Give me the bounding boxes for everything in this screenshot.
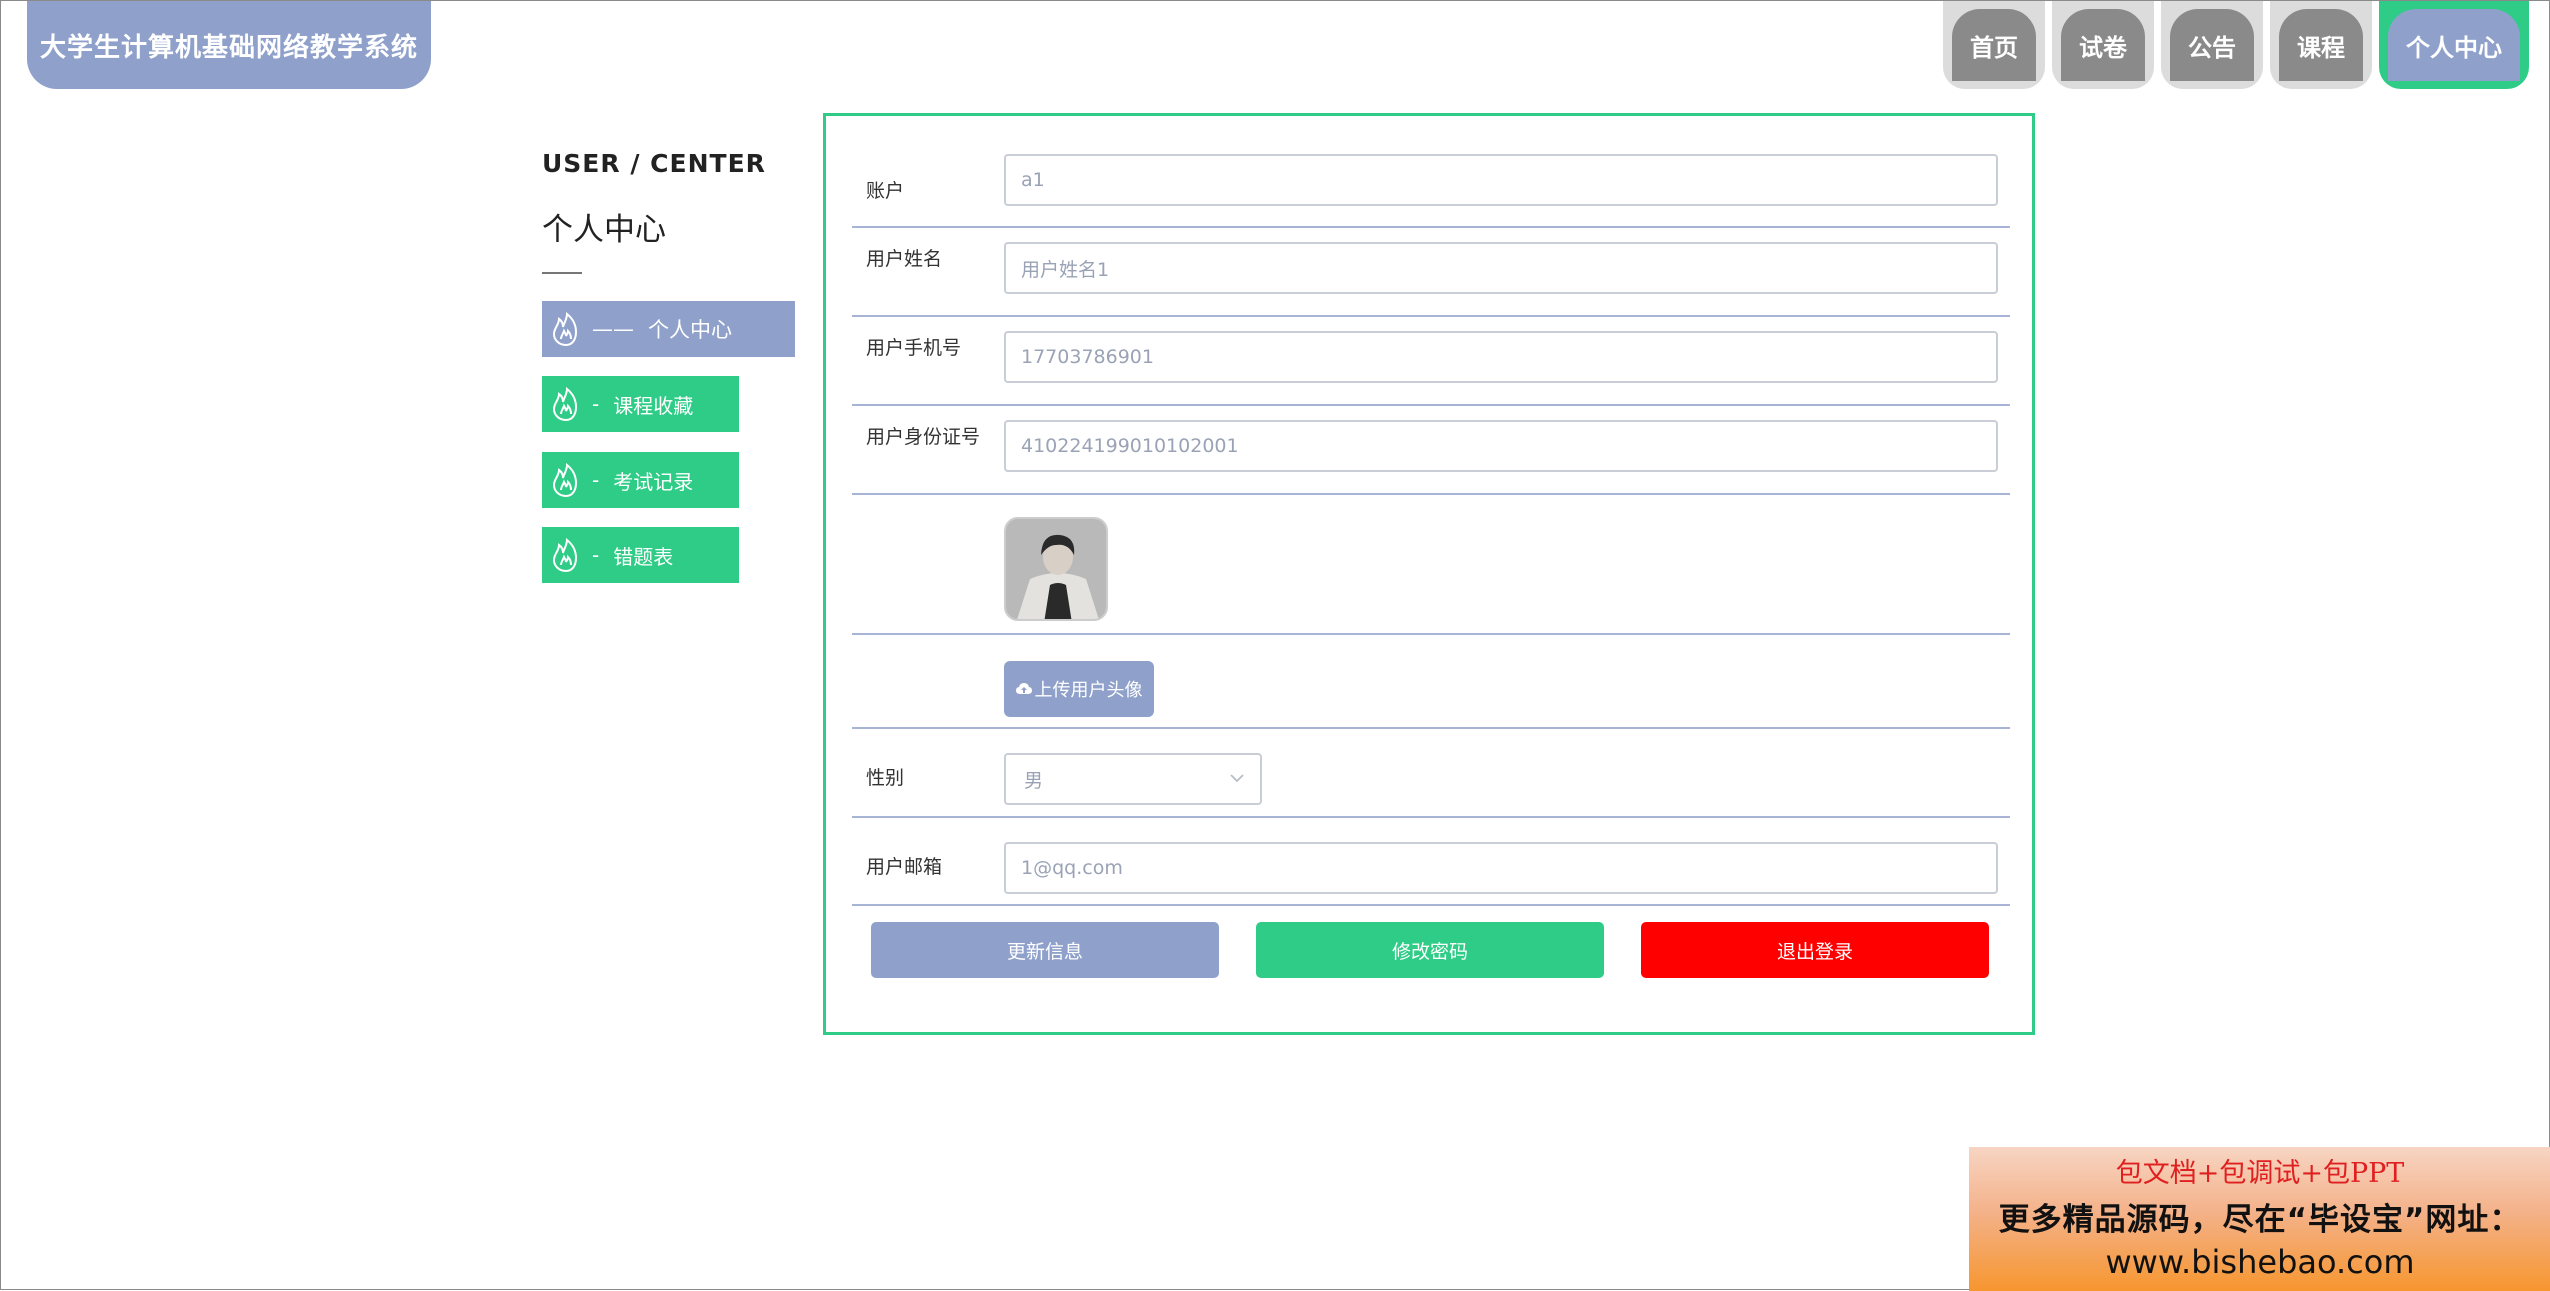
- form-row-name: 用户姓名 用户姓名1: [852, 228, 2010, 317]
- nav-announcements[interactable]: 公告: [2161, 1, 2263, 89]
- promo-line-3: www.bishebao.com: [2105, 1243, 2415, 1281]
- change-password-button[interactable]: 修改密码: [1256, 922, 1604, 978]
- chevron-down-icon: [1230, 774, 1244, 783]
- flame-icon: [552, 462, 578, 498]
- nav-courses-label: 课程: [2279, 9, 2363, 81]
- idcard-input[interactable]: 410224199010102001: [1004, 420, 1998, 472]
- flame-icon: [552, 537, 578, 573]
- nav-user-center[interactable]: 个人中心: [2379, 1, 2529, 89]
- cloud-upload-icon: [1015, 683, 1032, 694]
- name-input[interactable]: 用户姓名1: [1004, 242, 1998, 294]
- phone-input[interactable]: 17703786901: [1004, 331, 1998, 383]
- nav-user-center-label: 个人中心: [2388, 9, 2520, 81]
- sidebar-item-wrong-questions[interactable]: - 错题表: [542, 527, 739, 583]
- menu-dash: -: [592, 392, 600, 416]
- phone-label: 用户手机号: [866, 337, 962, 359]
- sidebar-item-label: 考试记录: [613, 469, 694, 494]
- nav-courses[interactable]: 课程: [2270, 1, 2372, 89]
- menu-dash: ——: [592, 317, 634, 341]
- idcard-label: 用户身份证号: [866, 426, 981, 448]
- brand-title: 大学生计算机基础网络教学系统: [27, 1, 431, 89]
- gender-select[interactable]: 男: [1004, 753, 1262, 805]
- upload-avatar-button[interactable]: 上传用户头像: [1004, 661, 1154, 717]
- sidebar-item-label: 课程收藏: [613, 393, 694, 418]
- form-row-gender: 性别 男: [852, 729, 2010, 818]
- sidebar-item-course-favorites[interactable]: - 课程收藏: [542, 376, 739, 432]
- email-label: 用户邮箱: [866, 856, 943, 878]
- sidebar-item-user-center[interactable]: —— 个人中心: [542, 301, 795, 357]
- nav-exams[interactable]: 试卷: [2052, 1, 2154, 89]
- flame-icon: [552, 311, 578, 347]
- form-row-phone: 用户手机号 17703786901: [852, 317, 2010, 406]
- promo-line-2: 更多精品源码，尽在“毕设宝”网址：: [1998, 1202, 2522, 1238]
- sidebar-item-label: 错题表: [613, 544, 674, 569]
- name-label: 用户姓名: [866, 248, 943, 270]
- nav-home-label: 首页: [1952, 9, 2036, 81]
- promo-line-1: 包文档+包调试+包PPT: [2115, 1158, 2405, 1189]
- nav-home[interactable]: 首页: [1943, 1, 2045, 89]
- promo-banner: 包文档+包调试+包PPT 更多精品源码，尽在“毕设宝”网址： www.bishe…: [1969, 1147, 2550, 1291]
- account-input[interactable]: a1: [1004, 154, 1998, 206]
- sidebar-title-en: USER / CENTER: [542, 149, 766, 178]
- top-nav: 首页 试卷 公告 课程 个人中心: [1936, 1, 2529, 89]
- flame-icon: [552, 386, 578, 422]
- nav-announcements-label: 公告: [2170, 9, 2254, 81]
- form-row-upload: 上传用户头像: [852, 635, 2010, 729]
- user-avatar: [1004, 517, 1108, 621]
- sidebar-divider: [542, 272, 582, 274]
- menu-dash: -: [592, 468, 600, 492]
- sidebar-title-cn: 个人中心: [542, 212, 666, 248]
- form-row-email: 用户邮箱 1@qq.com: [852, 818, 2010, 906]
- upload-avatar-label: 上传用户头像: [1034, 680, 1143, 701]
- form-row-idcard: 用户身份证号 410224199010102001: [852, 406, 2010, 495]
- form-row-avatar: [852, 495, 2010, 635]
- sidebar-item-label: 个人中心: [648, 318, 732, 342]
- nav-exams-label: 试卷: [2061, 9, 2145, 81]
- email-input[interactable]: 1@qq.com: [1004, 842, 1998, 894]
- menu-dash: -: [592, 543, 600, 567]
- form-row-account: 账户 a1: [852, 138, 2010, 228]
- gender-value: 男: [1024, 769, 1044, 792]
- sidebar-item-exam-records[interactable]: - 考试记录: [542, 452, 739, 508]
- update-info-button[interactable]: 更新信息: [871, 922, 1219, 978]
- logout-button[interactable]: 退出登录: [1641, 922, 1989, 978]
- user-info-form: 账户 a1 用户姓名 用户姓名1 用户手机号 17703786901 用户身份证…: [823, 113, 2035, 1035]
- account-label: 账户: [866, 180, 905, 202]
- gender-label: 性别: [866, 767, 905, 789]
